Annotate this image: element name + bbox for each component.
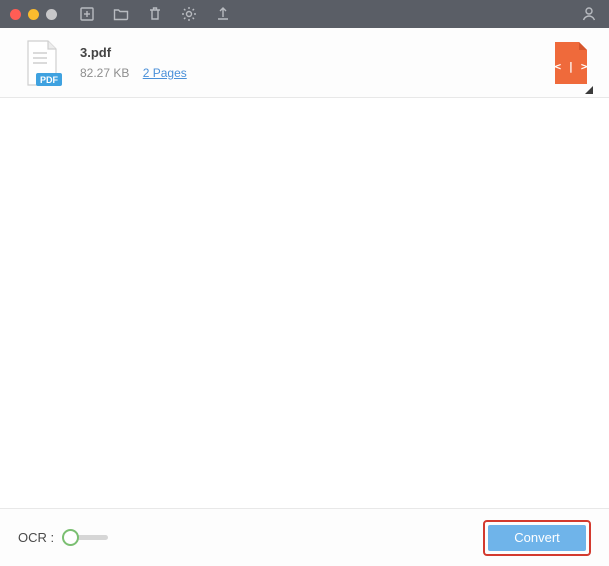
ocr-label: OCR :: [18, 530, 54, 545]
convert-highlight: Convert: [483, 520, 591, 556]
toolbar: [79, 6, 231, 22]
convert-button-label: Convert: [514, 530, 560, 545]
file-size: 82.27 KB: [80, 66, 129, 80]
close-window-button[interactable]: [10, 9, 21, 20]
ocr-toggle[interactable]: [62, 529, 112, 547]
output-format-icon[interactable]: < | >: [553, 40, 589, 86]
pages-link[interactable]: 2 Pages: [143, 66, 187, 80]
folder-icon[interactable]: [113, 6, 129, 22]
titlebar: [0, 0, 609, 28]
export-icon[interactable]: [215, 6, 231, 22]
convert-button[interactable]: Convert: [488, 525, 586, 551]
trash-icon[interactable]: [147, 6, 163, 22]
dropdown-corner-icon[interactable]: [585, 81, 593, 89]
file-name: 3.pdf: [80, 45, 591, 60]
file-subline: 82.27 KB 2 Pages: [80, 66, 591, 80]
toggle-knob: [62, 529, 79, 546]
maximize-window-button[interactable]: [46, 9, 57, 20]
minimize-window-button[interactable]: [28, 9, 39, 20]
svg-text:< | >: < | >: [554, 60, 587, 73]
footer: OCR : Convert: [0, 508, 609, 566]
window-controls: [10, 9, 57, 20]
add-file-icon[interactable]: [79, 6, 95, 22]
file-list-item[interactable]: PDF 3.pdf 82.27 KB 2 Pages < | >: [0, 28, 609, 98]
file-meta: 3.pdf 82.27 KB 2 Pages: [80, 45, 591, 80]
pdf-file-icon: PDF: [22, 39, 62, 87]
account-icon[interactable]: [581, 6, 597, 22]
gear-icon[interactable]: [181, 6, 197, 22]
content-area: [0, 98, 609, 508]
pdf-badge-text: PDF: [40, 75, 59, 85]
